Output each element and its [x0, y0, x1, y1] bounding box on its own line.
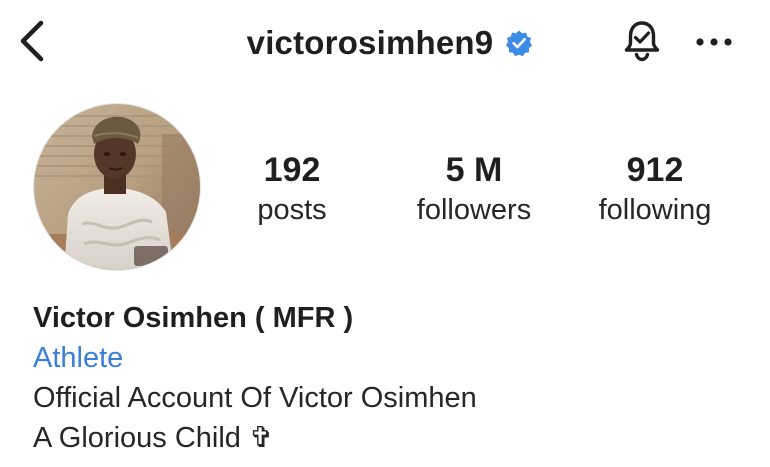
following-label: following	[598, 194, 712, 226]
followers-label: followers	[416, 194, 532, 226]
profile-avatar[interactable]	[33, 103, 201, 271]
verified-badge-icon	[505, 29, 533, 57]
notifications-button[interactable]	[616, 15, 668, 67]
posts-count: 192	[263, 151, 321, 189]
profile-header: victorosimhen9	[0, 0, 770, 90]
more-horizontal-icon	[696, 38, 732, 46]
more-options-button[interactable]	[688, 20, 740, 64]
following-count: 912	[626, 151, 684, 189]
posts-stat[interactable]: 192 posts	[212, 150, 372, 230]
bell-check-icon	[624, 21, 660, 62]
profile-bio: Victor Osimhen ( MFR ) Athlete Official …	[33, 298, 753, 458]
avatar-photo	[34, 104, 200, 270]
display-name: Victor Osimhen ( MFR )	[33, 302, 354, 334]
followers-count: 5 M	[445, 151, 503, 189]
category-label: Athlete	[33, 342, 124, 374]
username: victorosimhen9	[246, 24, 494, 61]
bio-text-line: Official Account Of Victor Osimhen	[33, 382, 477, 414]
followers-stat[interactable]: 5 M followers	[394, 150, 554, 230]
bio-text-line: A Glorious Child ✞	[33, 422, 274, 454]
posts-label: posts	[257, 194, 327, 226]
following-stat[interactable]: 912 following	[575, 150, 735, 230]
